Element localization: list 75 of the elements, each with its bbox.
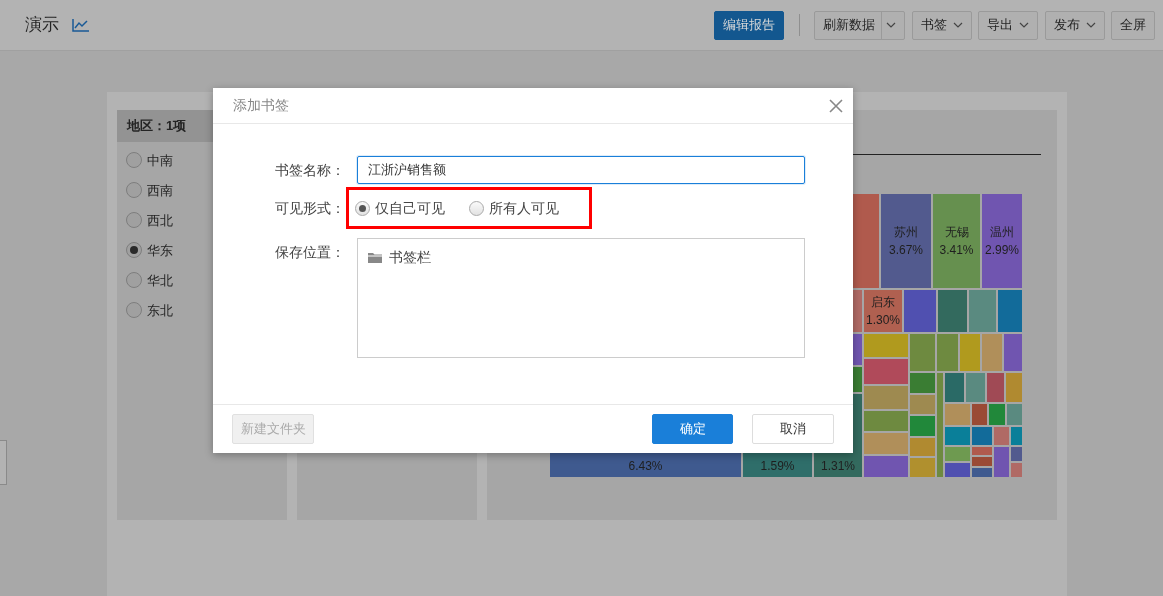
treemap-tile: [1005, 372, 1023, 403]
cell-value: 3.67%: [888, 242, 924, 259]
visibility-option[interactable]: 仅自己可见: [355, 197, 445, 219]
treemap-tile: [1010, 426, 1023, 446]
treemap-tile: [1003, 333, 1023, 372]
treemap-tile: [944, 462, 971, 478]
edit-report-button[interactable]: 编辑报告: [714, 10, 784, 40]
treemap-tile: [944, 446, 971, 462]
treemap-tile: [993, 446, 1010, 478]
treemap-tile: [988, 403, 1006, 426]
treemap-tile: [965, 372, 986, 403]
chevron-down-icon: [952, 22, 963, 28]
report-title: 演示: [25, 14, 59, 37]
treemap-tile: [909, 437, 936, 457]
treemap-tile: [1006, 403, 1023, 426]
treemap-tile: [971, 426, 993, 446]
cell-label: 苏州: [893, 224, 919, 241]
chevron-down-icon: [1085, 22, 1096, 28]
split-dropdown-button[interactable]: 刷新数据: [814, 10, 905, 40]
cell-value: 1.59%: [759, 458, 796, 475]
treemap-tile: [1010, 446, 1023, 462]
cell-value: 2.99%: [984, 242, 1020, 259]
treemap-tile: [944, 403, 971, 426]
close-button[interactable]: [829, 98, 843, 113]
field-label: 可见形式：: [274, 199, 345, 218]
cell-label: 无锡: [943, 224, 970, 241]
dropdown-button[interactable]: 导出: [978, 10, 1038, 40]
treemap-tile: [909, 457, 936, 478]
radio-button[interactable]: [126, 212, 142, 229]
treemap-tile: [959, 333, 981, 372]
filter-option[interactable]: 东北: [117, 295, 287, 326]
treemap-tile: [1010, 462, 1023, 478]
treemap-tile: [944, 372, 965, 403]
cell-value: 6.43%: [627, 458, 664, 475]
treemap-tile: [993, 426, 1010, 446]
radio-button[interactable]: [469, 200, 484, 216]
line-chart-icon[interactable]: [72, 18, 90, 32]
cell-value: 1.31%: [820, 458, 856, 475]
chevron-down-icon: [886, 22, 896, 28]
tree-item[interactable]: 书签栏: [368, 247, 794, 268]
radio-button[interactable]: [126, 302, 142, 319]
treemap-tile: [936, 333, 959, 372]
treemap-tile: [909, 415, 936, 437]
radio-button[interactable]: [126, 152, 142, 169]
dropdown-button[interactable]: 书签: [911, 10, 972, 40]
toolbar-button[interactable]: 全屏: [1111, 10, 1155, 40]
filter-option[interactable]: 华北: [117, 265, 287, 296]
field-label: 书签名称：: [274, 161, 345, 180]
treemap-tile: [971, 403, 988, 426]
treemap-tile: [986, 372, 1005, 403]
visibility-option[interactable]: 所有人可见: [469, 197, 559, 219]
treemap-tile: [909, 372, 936, 394]
collapse-handle[interactable]: [0, 440, 7, 485]
radio-button[interactable]: [355, 200, 370, 216]
radio-button[interactable]: [126, 242, 142, 259]
treemap-tile: [971, 456, 993, 467]
treemap-tile: [981, 333, 1003, 372]
chevron-down-icon: [1019, 22, 1029, 28]
treemap-tile: [909, 394, 936, 415]
cancel-button[interactable]: 取消: [752, 414, 834, 444]
field-label: 保存位置：: [274, 243, 345, 262]
treemap-tile: [971, 467, 993, 478]
cell-label: 启东: [870, 294, 896, 311]
treemap-tile: [909, 333, 936, 372]
confirm-button[interactable]: 确定: [652, 414, 733, 444]
radio-button[interactable]: [126, 272, 142, 289]
name-field[interactable]: 江浙沪销售额: [357, 156, 805, 184]
cell-value: 3.41%: [938, 242, 975, 259]
dropdown-button[interactable]: 发布: [1044, 10, 1105, 40]
treemap-tile: [971, 446, 993, 456]
treemap-tile: [944, 426, 971, 446]
radio-button[interactable]: [126, 182, 142, 199]
cell-label: 温州: [989, 224, 1015, 241]
folder-icon: [368, 251, 383, 264]
cell-value: 1.30%: [865, 312, 901, 329]
